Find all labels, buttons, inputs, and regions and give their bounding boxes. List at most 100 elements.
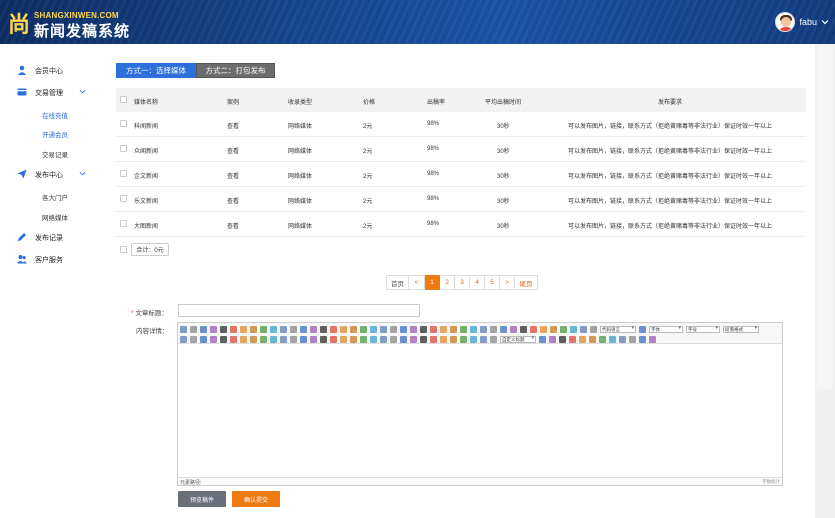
page-2[interactable]: 2 <box>440 275 455 290</box>
editor-tool-icon[interactable] <box>490 325 497 333</box>
editor-tool-icon[interactable] <box>300 335 307 343</box>
editor-tool-icon[interactable] <box>320 335 327 343</box>
select-all-checkbox[interactable] <box>120 96 127 103</box>
view-case-link[interactable]: 查看 <box>227 171 239 180</box>
editor-tool-icon[interactable] <box>220 335 227 343</box>
editor-tool-icon[interactable] <box>460 325 467 333</box>
editor-tool-icon[interactable] <box>430 335 437 343</box>
editor-tool-icon[interactable] <box>390 335 397 343</box>
editor-tool-icon[interactable] <box>560 325 567 333</box>
editor-tool-icon[interactable] <box>639 335 646 343</box>
page-first[interactable]: 首页 <box>386 275 409 290</box>
editor-tool-icon[interactable] <box>380 325 387 333</box>
table-row[interactable]: 大图新闻 查看 网络媒体 2元 98% 30秒 可以发布图片，链接，联系方式（拒绝黄赌毒等非… <box>116 212 806 237</box>
editor-tool-icon[interactable] <box>410 335 417 343</box>
editor-tool-icon[interactable] <box>609 335 616 343</box>
editor-tool-icon[interactable] <box>270 325 277 333</box>
sidebar-subitem-trade-records[interactable]: 交易记录 <box>42 149 68 159</box>
editor-tool-icon[interactable] <box>570 325 577 333</box>
editor-tool-icon[interactable] <box>240 325 247 333</box>
view-case-link[interactable]: 查看 <box>227 121 239 130</box>
editor-tool-icon[interactable] <box>539 335 546 343</box>
editor-select[interactable]: 代码语言 <box>600 325 636 333</box>
editor-select[interactable]: 字号 <box>686 325 720 333</box>
tab-package-publish[interactable]: 方式二：打包发布 <box>196 63 275 78</box>
sidebar-item-customer-service[interactable]: 客户服务 <box>0 251 105 267</box>
editor-tool-icon[interactable] <box>400 325 407 333</box>
row-checkbox[interactable] <box>120 120 127 127</box>
editor-tool-icon[interactable] <box>420 335 427 343</box>
editor-tool-icon[interactable] <box>320 325 327 333</box>
editor-tool-icon[interactable] <box>370 325 377 333</box>
editor-tool-icon[interactable] <box>590 325 597 333</box>
table-row[interactable]: 众闻新闻 查看 网络媒体 2元 98% 30秒 可以发布图片，链接，联系方式（拒绝黄赌毒等非… <box>116 137 806 162</box>
editor-tool-icon[interactable] <box>510 325 517 333</box>
editor-tool-icon[interactable] <box>420 325 427 333</box>
editor-tool-icon[interactable] <box>250 335 257 343</box>
page-5[interactable]: 5 <box>485 275 500 290</box>
row-checkbox[interactable] <box>120 145 127 152</box>
editor-tool-icon[interactable] <box>310 325 317 333</box>
editor-tool-icon[interactable] <box>210 335 217 343</box>
editor-tool-icon[interactable] <box>180 325 187 333</box>
username[interactable]: fabu <box>799 17 817 27</box>
scrollbar[interactable] <box>815 44 835 518</box>
sidebar-subitem-network-media[interactable]: 网络媒体 <box>42 212 68 222</box>
view-case-link[interactable]: 查看 <box>227 221 239 230</box>
editor-select[interactable]: 段落格式 <box>723 325 759 333</box>
editor-tool-icon[interactable] <box>280 325 287 333</box>
editor-tool-icon[interactable] <box>380 335 387 343</box>
view-case-link[interactable]: 查看 <box>227 196 239 205</box>
sidebar-item-publish-center[interactable]: 发布中心 <box>0 166 105 182</box>
editor-select[interactable]: 字体 <box>649 325 683 333</box>
editor-tool-icon[interactable] <box>180 335 187 343</box>
row-checkbox[interactable] <box>120 220 127 227</box>
row-checkbox[interactable] <box>120 170 127 177</box>
editor-tool-icon[interactable] <box>470 335 477 343</box>
editor-tool-icon[interactable] <box>569 335 576 343</box>
editor-tool-icon[interactable] <box>619 335 626 343</box>
editor-tool-icon[interactable] <box>430 325 437 333</box>
editor-tool-icon[interactable] <box>649 335 656 343</box>
editor-tool-icon[interactable] <box>260 325 267 333</box>
editor-tool-icon[interactable] <box>250 325 257 333</box>
editor-tool-icon[interactable] <box>460 335 467 343</box>
sidebar-subitem-open-membership[interactable]: 开通会员 <box>42 129 68 139</box>
editor-tool-icon[interactable] <box>230 335 237 343</box>
editor-tool-icon[interactable] <box>520 325 527 333</box>
editor-tool-icon[interactable] <box>450 325 457 333</box>
editor-tool-icon[interactable] <box>490 335 497 343</box>
editor-tool-icon[interactable] <box>480 335 487 343</box>
page-last[interactable]: 尾页 <box>515 275 538 290</box>
chevron-down-icon[interactable] <box>821 18 829 26</box>
editor-tool-icon[interactable] <box>580 325 587 333</box>
rich-text-editor[interactable]: 代码语言 字体字号段落格式 自定义标题 元素路径: 字数统计 <box>177 322 783 486</box>
editor-tool-icon[interactable] <box>330 335 337 343</box>
article-title-input[interactable] <box>178 304 420 317</box>
page-3[interactable]: 3 <box>455 275 470 290</box>
editor-tool-icon[interactable] <box>220 325 227 333</box>
editor-tool-icon[interactable] <box>370 335 377 343</box>
table-row[interactable]: 乐文新闻 查看 网络媒体 2元 98% 30秒 可以发布图片，链接，联系方式（拒绝黄赌毒等非… <box>116 187 806 212</box>
editor-tool-icon[interactable] <box>270 335 277 343</box>
editor-select[interactable]: 自定义标题 <box>500 335 536 343</box>
editor-tool-icon[interactable] <box>190 325 197 333</box>
editor-tool-icon[interactable] <box>549 335 556 343</box>
editor-tool-icon[interactable] <box>440 325 447 333</box>
editor-tool-icon[interactable] <box>240 335 247 343</box>
sidebar-subitem-online-recharge[interactable]: 在线充值 <box>42 110 68 120</box>
editor-tool-icon[interactable] <box>210 325 217 333</box>
table-row[interactable]: 企文新闻 查看 网络媒体 2元 98% 30秒 可以发布图片，链接，联系方式（拒绝黄赌毒等非… <box>116 162 806 187</box>
editor-tool-icon[interactable] <box>230 325 237 333</box>
editor-tool-icon[interactable] <box>290 335 297 343</box>
submit-button[interactable]: 确认提交 <box>232 491 280 507</box>
editor-tool-icon[interactable] <box>300 325 307 333</box>
editor-tool-icon[interactable] <box>480 325 487 333</box>
row-checkbox[interactable] <box>120 195 127 202</box>
page-prev[interactable]: < <box>409 275 425 290</box>
editor-tool-icon[interactable] <box>290 325 297 333</box>
editor-tool-icon[interactable] <box>390 325 397 333</box>
editor-tool-icon[interactable] <box>350 335 357 343</box>
editor-tool-icon[interactable] <box>579 335 586 343</box>
editor-tool-icon[interactable] <box>530 325 537 333</box>
